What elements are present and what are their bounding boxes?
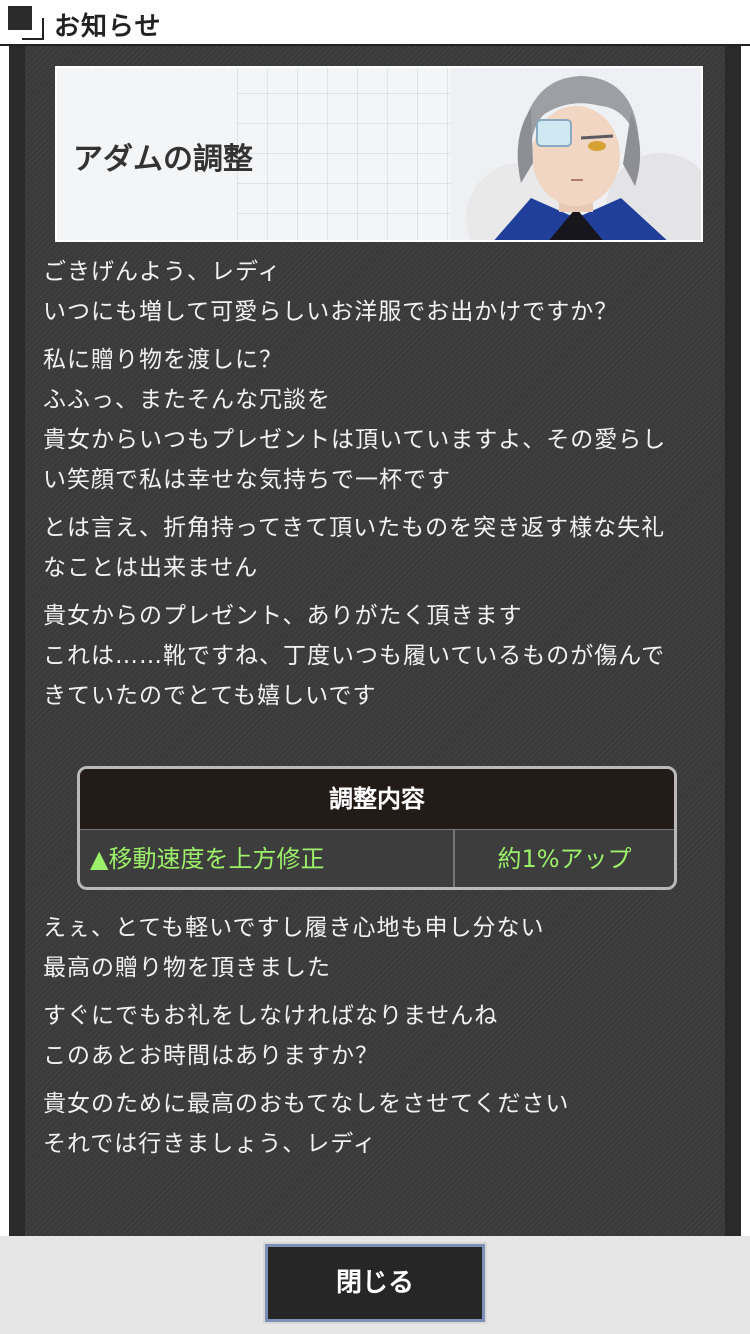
text-line: きていたのでとても嬉しいです xyxy=(43,683,377,709)
text-line: すぐにでもお礼をしなければなりませんね xyxy=(43,1003,499,1029)
text-line: い笑顔で私は幸せな気持ちで一杯です xyxy=(43,467,451,493)
footer-bar: 閉じる xyxy=(0,1236,750,1334)
paragraph: 貴女のために最高のおもてなしをさせてください それでは行きましょう、レディ xyxy=(43,1084,713,1164)
page-title: お知らせ xyxy=(54,12,162,42)
paragraph: 貴女からのプレゼント、ありがたく頂きます これは……靴ですね、丁度いつも履いてい… xyxy=(43,596,713,716)
paragraph: 私に贈り物を渡しに？ ふふっ、またそんな冗談を 貴女からいつもプレゼントは頂いて… xyxy=(43,340,713,500)
text-line: 貴女からいつもプレゼントは頂いていますよ、その愛らし xyxy=(43,427,667,453)
close-button[interactable]: 閉じる xyxy=(263,1242,487,1324)
paragraph: すぐにでもお礼をしなければなりませんね このあとお時間はありますか？ xyxy=(43,996,713,1076)
text-line: えぇ、とても軽いですし履き心地も申し分ない xyxy=(43,915,545,941)
message-text-after: えぇ、とても軽いですし履き心地も申し分ない 最高の贈り物を頂きました すぐにでも… xyxy=(43,908,713,1164)
text-line: なことは出来ません xyxy=(43,555,259,581)
header-bar: お知らせ xyxy=(0,0,750,46)
text-line: 最高の贈り物を頂きました xyxy=(43,955,331,981)
text-line: ふふっ、またそんな冗談を xyxy=(43,387,331,413)
text-line: いつにも増して可愛らしいお洋服でお出かけですか？ xyxy=(43,299,619,325)
text-line: 貴女のために最高のおもてなしをさせてください xyxy=(43,1091,570,1117)
notice-frame: アダムの調整 ごきげんよう、レディ いつにも増して可愛らしいお洋服でお出かけです… xyxy=(9,46,741,1236)
text-line: それでは行きましょう、レディ xyxy=(43,1131,377,1157)
adjustment-value: 約1%アップ xyxy=(497,845,632,873)
banner-title: アダムの調整 xyxy=(73,142,253,177)
text-line: これは……靴ですね、丁度いつも履いているものが傷んで xyxy=(43,643,666,669)
notice-content[interactable]: アダムの調整 ごきげんよう、レディ いつにも増して可愛らしいお洋服でお出かけです… xyxy=(25,46,725,1236)
text-line: とは言え、折角持ってきて頂いたものを突き返す様な失礼 xyxy=(43,515,666,541)
text-line: このあとお時間はありますか？ xyxy=(43,1043,379,1069)
adjustment-item: ▲移動速度を上方修正 xyxy=(80,830,455,887)
paragraph: えぇ、とても軽いですし履き心地も申し分ない 最高の贈り物を頂きました xyxy=(43,908,713,988)
paragraph: ごきげんよう、レディ いつにも増して可愛らしいお洋服でお出かけですか？ xyxy=(43,252,713,332)
adjustment-table: 調整内容 ▲移動速度を上方修正 約1%アップ xyxy=(77,766,677,890)
message-text-before: ごきげんよう、レディ いつにも増して可愛らしいお洋服でお出かけですか？ 私に贈り… xyxy=(43,252,713,716)
adjustment-table-header: 調整内容 xyxy=(80,769,674,830)
table-row: ▲移動速度を上方修正 約1%アップ xyxy=(80,830,674,887)
notice-banner: アダムの調整 xyxy=(55,66,703,242)
paragraph: とは言え、折角持ってきて頂いたものを突き返す様な失礼 なことは出来ません xyxy=(43,508,713,588)
text-line: 貴女からのプレゼント、ありがたく頂きます xyxy=(43,603,523,629)
header-bracket-icon xyxy=(22,18,44,40)
text-line: ごきげんよう、レディ xyxy=(43,259,282,285)
text-line: 私に贈り物を渡しに？ xyxy=(43,347,283,373)
character-portrait-image xyxy=(451,68,701,240)
